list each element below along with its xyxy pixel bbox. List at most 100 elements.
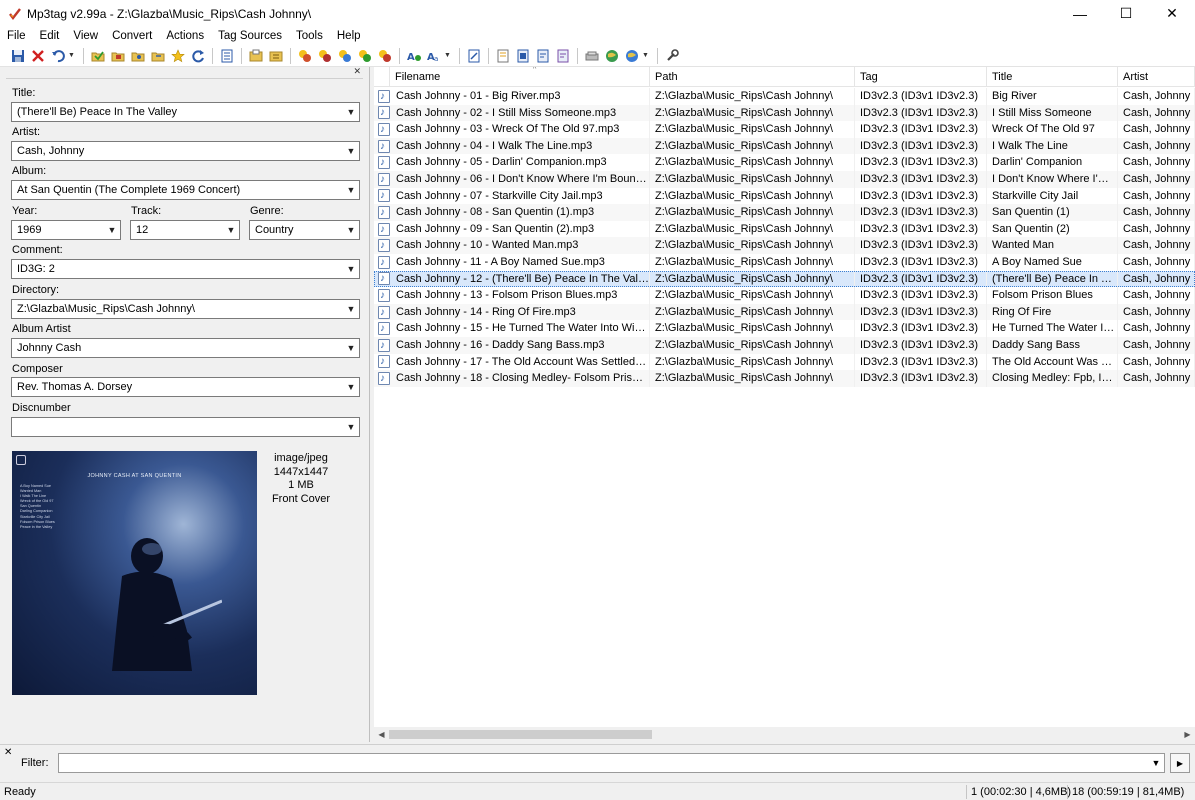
title-field[interactable]: (There'll Be) Peace In The Valley ▼: [11, 102, 360, 122]
chevron-down-icon[interactable]: ▼: [104, 225, 120, 235]
column-header-title[interactable]: Title: [987, 67, 1118, 87]
composer-field[interactable]: Rev. Thomas A. Dorsey ▼: [11, 377, 360, 397]
chevron-down-icon[interactable]: ▼: [343, 343, 359, 353]
maximize-button[interactable]: ☐: [1103, 0, 1149, 27]
table-row[interactable]: Cash Johnny - 15 - He Turned The Water I…: [374, 320, 1195, 337]
horizontal-scrollbar[interactable]: ◀ ▶: [374, 727, 1195, 742]
album-artist-field[interactable]: Johnny Cash ▼: [11, 338, 360, 358]
undo-icon[interactable]: [48, 47, 67, 65]
menu-convert[interactable]: Convert: [105, 27, 159, 45]
menu-edit[interactable]: Edit: [33, 27, 67, 45]
web-source-icon[interactable]: [602, 47, 621, 65]
chevron-down-icon[interactable]: ▼: [343, 146, 359, 156]
options-wrench-icon[interactable]: [662, 47, 681, 65]
table-row[interactable]: Cash Johnny - 10 - Wanted Man.mp3 Z:\Glaz…: [374, 237, 1195, 254]
filter-input[interactable]: ▼: [58, 753, 1165, 773]
table-row[interactable]: Cash Johnny - 06 - I Don't Know Where I'…: [374, 170, 1195, 188]
menu-actions[interactable]: Actions: [159, 27, 211, 45]
table-row[interactable]: Cash Johnny - 07 - Starkville City Jail.…: [374, 187, 1195, 205]
column-header-tag[interactable]: Tag: [855, 67, 987, 87]
year-field[interactable]: 1969 ▼: [11, 220, 121, 240]
freedb-icon[interactable]: [582, 47, 601, 65]
action-5-icon[interactable]: [375, 47, 394, 65]
menu-view[interactable]: View: [66, 27, 105, 45]
close-filter-icon[interactable]: ✕: [4, 747, 12, 758]
column-header-filename[interactable]: Filename ^: [390, 67, 650, 87]
minimize-button[interactable]: —: [1057, 0, 1103, 27]
directory-field[interactable]: Z:\Glazba\Music_Rips\Cash Johnny\ ▼: [11, 299, 360, 319]
action-1-icon[interactable]: [295, 47, 314, 65]
subfolder-icon[interactable]: [148, 47, 167, 65]
scroll-left-icon[interactable]: ◀: [374, 730, 389, 739]
tag-panel-icon[interactable]: [533, 47, 552, 65]
chevron-down-icon[interactable]: ▼: [343, 225, 359, 235]
tag-source-dropdown-icon[interactable]: ▼: [642, 52, 650, 59]
case-convert-icon[interactable]: A: [404, 47, 423, 65]
table-row[interactable]: Cash Johnny - 11 - A Boy Named Sue.mp3 Z:…: [374, 253, 1195, 271]
action-3-icon[interactable]: [335, 47, 354, 65]
table-row[interactable]: Cash Johnny - 03 - Wreck Of The Old 97.m…: [374, 121, 1195, 138]
refresh-icon[interactable]: [188, 47, 207, 65]
scrollbar-thumb[interactable]: [389, 730, 652, 739]
action-2-icon[interactable]: [315, 47, 334, 65]
cover-art-image[interactable]: JOHNNY CASH AT SAN QUENTIN A Boy Named S…: [12, 451, 257, 695]
table-row[interactable]: Cash Johnny - 02 - I Still Miss Someone.…: [374, 104, 1195, 122]
close-window-button[interactable]: ✕: [1149, 0, 1195, 27]
table-row[interactable]: Cash Johnny - 13 - Folsom Prison Blues.m…: [374, 287, 1195, 304]
album-field[interactable]: At San Quentin (The Complete 1969 Concer…: [11, 180, 360, 200]
file-list-header: Filename ^ Path Tag Title Artist: [374, 67, 1195, 87]
menu-help[interactable]: Help: [330, 27, 368, 45]
column-header-artist[interactable]: Artist: [1118, 67, 1195, 87]
chevron-down-icon[interactable]: ▼: [343, 422, 359, 432]
tag-filename-icon[interactable]: [266, 47, 285, 65]
cover-size: 1 MB: [288, 479, 314, 491]
track-field[interactable]: 12 ▼: [130, 220, 240, 240]
open-folder-icon[interactable]: [88, 47, 107, 65]
tag-panel-2-icon[interactable]: [553, 47, 572, 65]
undo-dropdown-icon[interactable]: ▼: [68, 52, 76, 59]
text-format-icon[interactable]: Aa: [424, 47, 443, 65]
filename-tag-icon[interactable]: [246, 47, 265, 65]
action-4-icon[interactable]: [355, 47, 374, 65]
scroll-right-icon[interactable]: ▶: [1180, 730, 1195, 739]
save-icon[interactable]: [8, 47, 27, 65]
export-icon[interactable]: [513, 47, 532, 65]
table-row[interactable]: Cash Johnny - 08 - San Quentin (1).mp3 Z:…: [374, 204, 1195, 221]
chevron-down-icon[interactable]: ▼: [343, 185, 359, 195]
table-row[interactable]: Cash Johnny - 14 - Ring Of Fire.mp3 Z:\Gl…: [374, 303, 1195, 321]
table-row[interactable]: Cash Johnny - 01 - Big River.mp3 Z:\Glazb…: [374, 88, 1195, 105]
table-row[interactable]: Cash Johnny - 16 - Daddy Sang Bass.mp3 Z:…: [374, 336, 1195, 354]
chevron-down-icon[interactable]: ▼: [1148, 758, 1164, 768]
column-header-path[interactable]: Path: [650, 67, 855, 87]
table-row[interactable]: Cash Johnny - 12 - (There'll Be) Peace I…: [374, 270, 1195, 288]
list-view-icon[interactable]: [217, 47, 236, 65]
web-source-2-icon[interactable]: [622, 47, 641, 65]
menu-tag-sources[interactable]: Tag Sources: [211, 27, 289, 45]
menu-tools[interactable]: Tools: [289, 27, 330, 45]
filter-apply-button[interactable]: ▶: [1170, 753, 1190, 773]
menu-file[interactable]: File: [0, 27, 33, 45]
format-dropdown-icon[interactable]: ▼: [444, 52, 452, 59]
table-row[interactable]: Cash Johnny - 09 - San Quentin (2).mp3 Z:…: [374, 220, 1195, 238]
edit-tag-icon[interactable]: [464, 47, 483, 65]
panel-close-icon[interactable]: ✕: [353, 66, 361, 77]
add-directory-icon[interactable]: [108, 47, 127, 65]
remove-tag-icon[interactable]: [28, 47, 47, 65]
column-header-icon[interactable]: [374, 67, 390, 87]
table-row[interactable]: Cash Johnny - 18 - Closing Medley- Folso…: [374, 370, 1195, 387]
chevron-down-icon[interactable]: ▼: [223, 225, 239, 235]
chevron-down-icon[interactable]: ▼: [343, 264, 359, 274]
favorite-folder-icon[interactable]: [128, 47, 147, 65]
comment-field[interactable]: ID3G: 2 ▼: [11, 259, 360, 279]
chevron-down-icon[interactable]: ▼: [343, 107, 359, 117]
discnumber-field[interactable]: ▼: [11, 417, 360, 437]
artist-field[interactable]: Cash, Johnny ▼: [11, 141, 360, 161]
table-row[interactable]: Cash Johnny - 04 - I Walk The Line.mp3 Z:…: [374, 137, 1195, 155]
genre-field[interactable]: Country ▼: [249, 220, 360, 240]
playlist-icon[interactable]: [493, 47, 512, 65]
table-row[interactable]: Cash Johnny - 17 - The Old Account Was S…: [374, 353, 1195, 371]
chevron-down-icon[interactable]: ▼: [343, 382, 359, 392]
table-row[interactable]: Cash Johnny - 05 - Darlin' Companion.mp3…: [374, 154, 1195, 171]
chevron-down-icon[interactable]: ▼: [343, 304, 359, 314]
star-icon[interactable]: [168, 47, 187, 65]
